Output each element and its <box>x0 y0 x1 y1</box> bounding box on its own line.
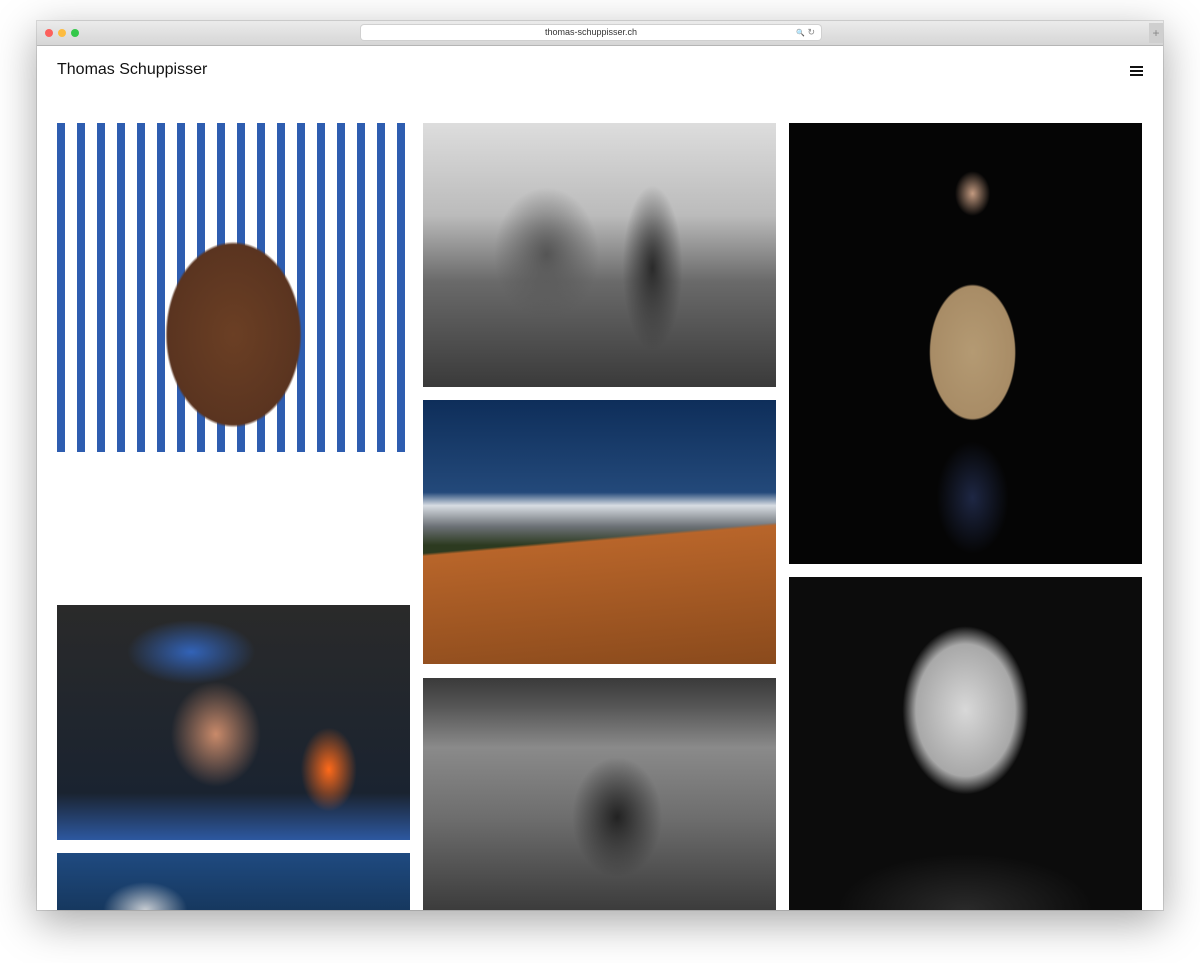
search-icon: 🔍 <box>796 30 805 37</box>
address-bar[interactable]: thomas-schuppisser.ch 🔍 ↻ <box>361 25 821 40</box>
reload-icon[interactable]: ↻ <box>807 27 815 37</box>
site-title[interactable]: Thomas Schuppisser <box>57 61 207 79</box>
maximize-window-button[interactable] <box>71 29 79 37</box>
photo-boy-portrait[interactable] <box>57 123 410 593</box>
photo-older-man[interactable] <box>789 577 1142 910</box>
photo-machine-blue[interactable] <box>57 853 410 910</box>
browser-window: thomas-schuppisser.ch 🔍 ↻ + Thomas Schup… <box>37 21 1163 910</box>
photo-mountains-cow[interactable] <box>423 400 776 664</box>
hamburger-icon[interactable] <box>1130 66 1143 76</box>
photo-worker-helmet[interactable] <box>57 605 410 840</box>
photo-tree-landscape[interactable] <box>423 123 776 387</box>
url-text: thomas-schuppisser.ch <box>544 27 638 37</box>
close-window-button[interactable] <box>45 29 53 37</box>
new-tab-button[interactable]: + <box>1149 23 1163 43</box>
photo-family-room[interactable] <box>423 678 776 910</box>
browser-toolbar: thomas-schuppisser.ch 🔍 ↻ + <box>37 21 1163 46</box>
minimize-window-button[interactable] <box>58 29 66 37</box>
photo-scout-uniform[interactable] <box>789 123 1142 564</box>
